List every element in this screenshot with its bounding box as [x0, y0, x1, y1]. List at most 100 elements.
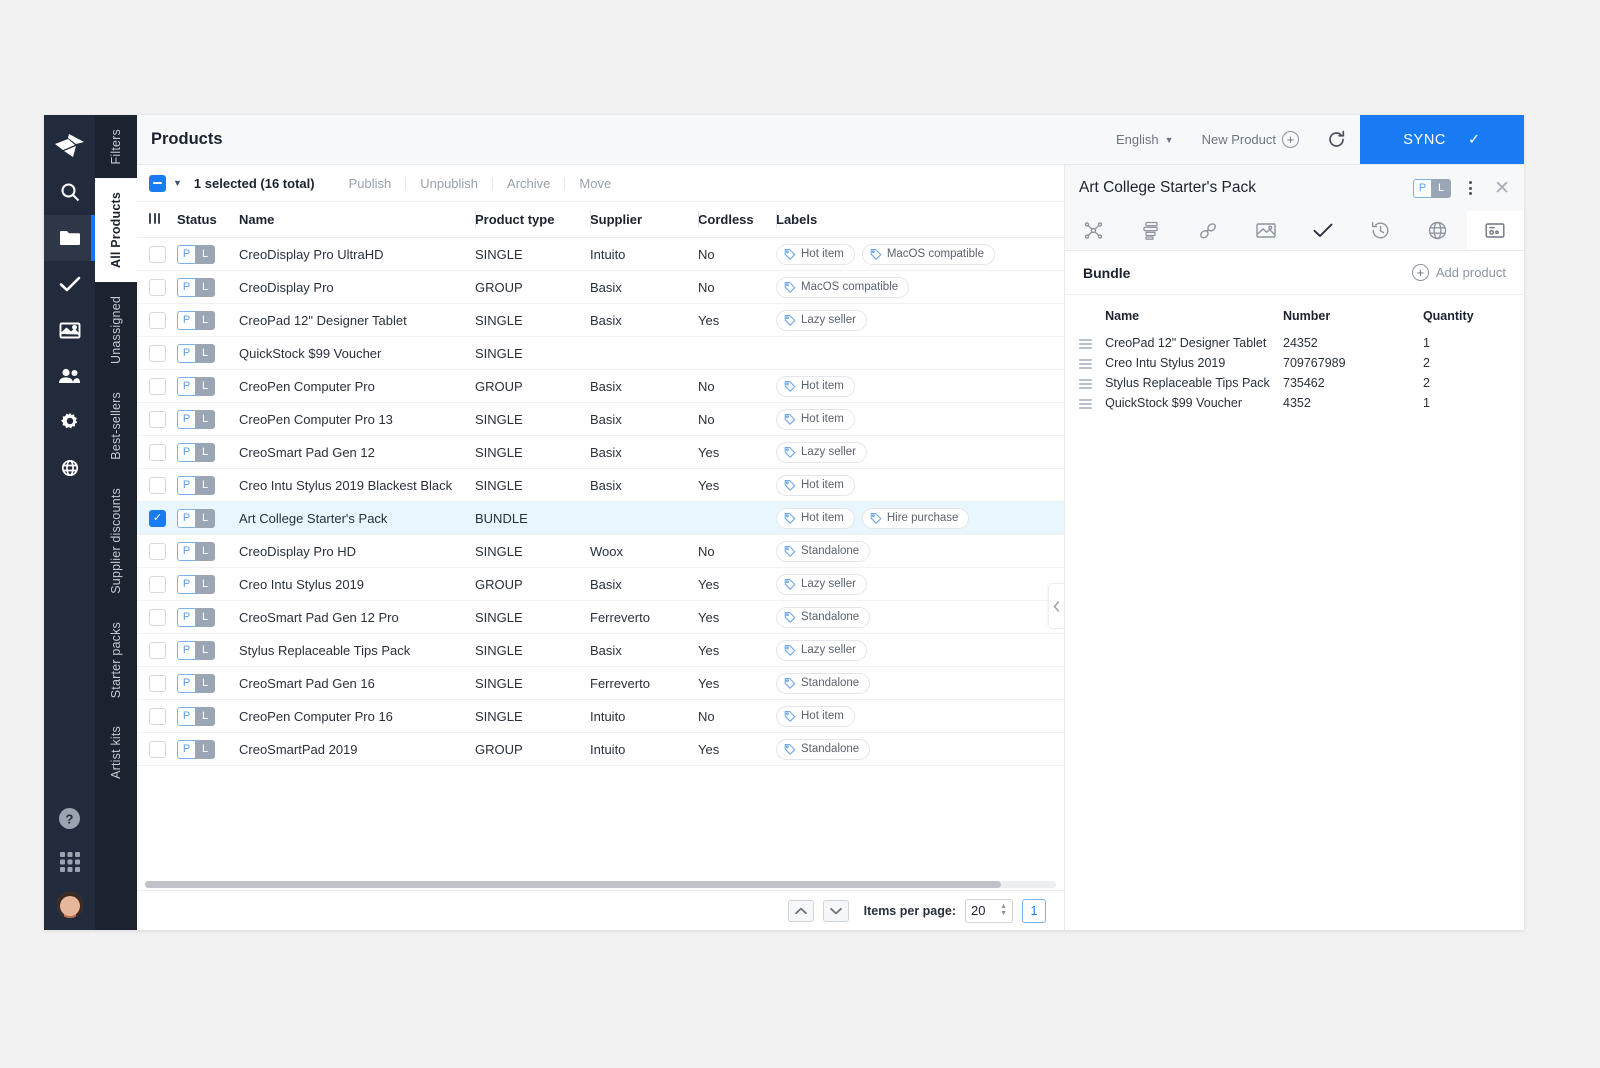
chevron-up-icon[interactable]: [787, 899, 814, 922]
row-name[interactable]: CreoPen Computer Pro: [239, 369, 475, 403]
row-checkbox-cell[interactable]: [137, 237, 177, 271]
label-chip[interactable]: Hot item: [776, 243, 855, 265]
table-row[interactable]: P L CreoPen Computer Pro 13 SINGLE Basix No Ho…: [137, 402, 1064, 436]
table-row[interactable]: P L CreoSmartPad 2019 GROUP Intuito Yes Standa…: [137, 732, 1064, 766]
rail-item-users[interactable]: [44, 353, 95, 399]
status-badge[interactable]: PL: [177, 343, 215, 363]
rail-item-products[interactable]: [44, 215, 95, 261]
row-name[interactable]: QuickStock $99 Voucher: [239, 336, 475, 370]
label-chip[interactable]: Standalone: [776, 738, 871, 760]
tab-history[interactable]: [1352, 211, 1409, 250]
tab-channels[interactable]: [1409, 211, 1466, 250]
row-checkbox[interactable]: [149, 608, 166, 626]
row-name[interactable]: Stylus Replaceable Tips Pack: [239, 633, 475, 667]
row-checkbox-cell[interactable]: [137, 501, 177, 535]
bundle-drag-handle[interactable]: [1079, 393, 1105, 413]
status-badge[interactable]: PL: [177, 640, 215, 660]
row-checkbox-cell[interactable]: [137, 369, 177, 403]
select-all-checkbox[interactable]: [149, 174, 166, 192]
table-row[interactable]: P L CreoPad 12" Designer Tablet SINGLE Basix…: [137, 303, 1064, 337]
label-chip[interactable]: Standalone: [776, 606, 871, 628]
bundle-row[interactable]: Creo Intu Stylus 2019 709767989 2: [1079, 353, 1506, 373]
label-chip[interactable]: MacOS compatible: [861, 243, 995, 265]
language-selector[interactable]: English ▼: [1102, 132, 1188, 147]
row-checkbox-cell[interactable]: [137, 633, 177, 667]
refresh-icon[interactable]: [1313, 130, 1360, 149]
kebab-menu-icon[interactable]: [1461, 181, 1480, 195]
row-checkbox[interactable]: [149, 278, 166, 296]
chevron-down-icon[interactable]: [822, 899, 849, 922]
label-chip[interactable]: Lazy seller: [776, 309, 867, 331]
table-row[interactable]: P L CreoSmart Pad Gen 16 SINGLE Ferreverto Ye…: [137, 666, 1064, 700]
status-badge[interactable]: PL: [177, 541, 215, 561]
row-checkbox[interactable]: [149, 542, 166, 560]
table-row[interactable]: P L Creo Intu Stylus 2019 GROUP Basix Yes Lazy…: [137, 567, 1064, 601]
table-row[interactable]: P L CreoDisplay Pro UltraHD SINGLE Intuito No…: [137, 237, 1064, 271]
close-icon[interactable]: ✕: [1490, 179, 1510, 198]
row-checkbox[interactable]: [149, 476, 166, 494]
status-badge[interactable]: PL: [177, 574, 215, 594]
row-name[interactable]: CreoDisplay Pro: [239, 270, 475, 304]
row-name[interactable]: CreoSmart Pad Gen 12: [239, 435, 475, 469]
rail-item-channels[interactable]: [44, 445, 95, 491]
stepper-arrows-icon[interactable]: ▲ ▼: [1000, 903, 1007, 917]
row-checkbox-cell[interactable]: [137, 666, 177, 700]
label-chip[interactable]: Hot item: [776, 408, 855, 430]
bundle-row[interactable]: CreoPad 12" Designer Tablet 24352 1: [1079, 333, 1506, 353]
label-chip[interactable]: Hot item: [776, 375, 855, 397]
row-checkbox[interactable]: [149, 245, 166, 263]
rail-item-search[interactable]: [44, 169, 95, 215]
label-chip[interactable]: Standalone: [776, 540, 871, 562]
bundle-drag-handle[interactable]: [1079, 333, 1105, 353]
row-checkbox-cell[interactable]: [137, 732, 177, 766]
row-checkbox[interactable]: [149, 740, 166, 758]
column-header-cordless[interactable]: Cordless: [698, 202, 776, 238]
table-row[interactable]: P L QuickStock $99 Voucher SINGLE: [137, 336, 1064, 370]
page-number-input[interactable]: 1: [1022, 898, 1046, 923]
row-checkbox[interactable]: [149, 509, 166, 527]
row-checkbox[interactable]: [149, 410, 166, 428]
row-name[interactable]: CreoPen Computer Pro 13: [239, 402, 475, 436]
row-name[interactable]: CreoDisplay Pro UltraHD: [239, 237, 475, 271]
row-checkbox-cell[interactable]: [137, 534, 177, 568]
status-badge[interactable]: PL: [177, 475, 215, 495]
status-badge[interactable]: PL: [177, 706, 215, 726]
sync-button[interactable]: SYNC ✓: [1360, 115, 1524, 164]
vtab-starter-packs[interactable]: Starter packs: [95, 608, 137, 712]
vtab-supplier-discounts[interactable]: Supplier discounts: [95, 474, 137, 608]
vtab-filters[interactable]: Filters: [95, 115, 137, 178]
unpublish-button[interactable]: Unpublish: [406, 176, 492, 191]
tab-bundle[interactable]: [1466, 211, 1524, 250]
bundle-drag-handle[interactable]: [1079, 373, 1105, 393]
tab-relations[interactable]: [1065, 211, 1122, 250]
status-badge[interactable]: PL: [177, 277, 215, 297]
row-checkbox[interactable]: [149, 707, 166, 725]
user-avatar[interactable]: [54, 890, 85, 920]
label-chip[interactable]: Hot item: [776, 474, 855, 496]
row-checkbox-cell[interactable]: [137, 699, 177, 733]
column-header-labels[interactable]: Labels: [776, 202, 1064, 238]
row-checkbox-cell[interactable]: [137, 567, 177, 601]
row-name[interactable]: CreoPen Computer Pro 16: [239, 699, 475, 733]
publish-button[interactable]: Publish: [335, 176, 406, 191]
row-checkbox-cell[interactable]: [137, 336, 177, 370]
row-name[interactable]: CreoSmartPad 2019: [239, 732, 475, 766]
new-product-button[interactable]: New Product +: [1188, 131, 1313, 148]
rail-item-settings[interactable]: [44, 399, 95, 445]
row-checkbox[interactable]: [149, 674, 166, 692]
row-name[interactable]: CreoDisplay Pro HD: [239, 534, 475, 568]
row-name[interactable]: Creo Intu Stylus 2019 Blackest Black: [239, 468, 475, 502]
detail-status-badge[interactable]: P L: [1413, 178, 1452, 198]
status-badge[interactable]: PL: [177, 244, 215, 264]
table-row[interactable]: PL Art College Starter's PackBUNDLE Hot it…: [137, 501, 1064, 535]
status-badge[interactable]: PL: [177, 442, 215, 462]
label-chip[interactable]: Hot item: [776, 507, 855, 529]
table-row[interactable]: P L Stylus Replaceable Tips Pack SINGLE Basi…: [137, 633, 1064, 667]
row-checkbox[interactable]: [149, 575, 166, 593]
horizontal-scrollbar[interactable]: [137, 879, 1064, 890]
vtab-unassigned[interactable]: Unassigned: [95, 282, 137, 378]
table-row[interactable]: P L CreoPen Computer Pro 16 SINGLE Intuito No…: [137, 699, 1064, 733]
table-row[interactable]: P L CreoSmart Pad Gen 12 Pro SINGLE Ferrever…: [137, 600, 1064, 634]
column-header-supplier[interactable]: Supplier: [590, 202, 698, 238]
row-checkbox-cell[interactable]: [137, 402, 177, 436]
